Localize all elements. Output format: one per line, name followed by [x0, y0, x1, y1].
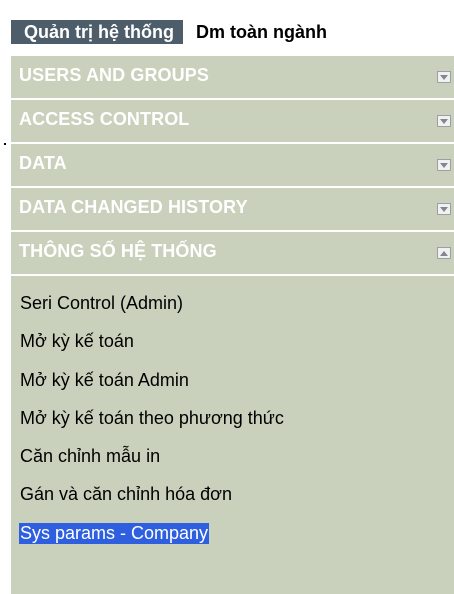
- menu-item-label: Sys params - Company: [19, 522, 210, 544]
- collapse-up-icon[interactable]: [437, 247, 451, 259]
- section-data[interactable]: DATA: [11, 144, 454, 188]
- section-label: ACCESS CONTROL: [19, 109, 190, 129]
- navigation-panel: USERS AND GROUPS ACCESS CONTROL DATA DAT…: [11, 56, 454, 594]
- stray-dot: [4, 143, 6, 145]
- menu-item-label: Mở kỳ kế toán theo phương thức: [20, 407, 284, 428]
- section-label: DATA CHANGED HISTORY: [19, 197, 248, 217]
- tab-bar: Quản trị hệ thống Dm toàn ngành: [11, 20, 454, 44]
- menu-item-label: Gán và căn chỉnh hóa đơn: [20, 484, 232, 505]
- menu-item-mo-ky-ke-toan-admin[interactable]: Mở kỳ kế toán Admin: [11, 361, 454, 399]
- section-access-control[interactable]: ACCESS CONTROL: [11, 100, 454, 144]
- menu-item-mo-ky-ke-toan-theo-phuong-thuc[interactable]: Mở kỳ kế toán theo phương thức: [11, 399, 454, 437]
- menu-item-label: Mở kỳ kế toán Admin: [20, 369, 189, 390]
- section-thong-so-he-thong[interactable]: THÔNG SỐ HỆ THỐNG: [11, 232, 454, 276]
- menu-item-mo-ky-ke-toan[interactable]: Mở kỳ kế toán: [11, 322, 454, 360]
- menu-item-label: Mở kỳ kế toán: [20, 331, 134, 352]
- section-users-and-groups[interactable]: USERS AND GROUPS: [11, 56, 454, 100]
- section-label: DATA: [19, 153, 67, 173]
- menu-item-can-chinh-mau-in[interactable]: Căn chỉnh mẫu in: [11, 437, 454, 475]
- menu-item-gan-va-can-chinh-hoa-don[interactable]: Gán và căn chỉnh hóa đơn: [11, 475, 454, 513]
- menu-item-seri-control-admin[interactable]: Seri Control (Admin): [11, 284, 454, 322]
- expand-down-icon[interactable]: [437, 159, 451, 171]
- expand-down-icon[interactable]: [437, 203, 451, 215]
- section-data-changed-history[interactable]: DATA CHANGED HISTORY: [11, 188, 454, 232]
- section-label: USERS AND GROUPS: [19, 65, 209, 85]
- expand-down-icon[interactable]: [437, 71, 451, 83]
- tab-dm-toan-nganh[interactable]: Dm toàn ngành: [183, 20, 337, 44]
- menu-item-label: Seri Control (Admin): [20, 293, 184, 313]
- section-list: USERS AND GROUPS ACCESS CONTROL DATA DAT…: [11, 56, 454, 276]
- system-params-menu: Seri Control (Admin) Mở kỳ kế toán Mở kỳ…: [11, 284, 454, 552]
- menu-item-label: Căn chỉnh mẫu in: [20, 446, 161, 467]
- expand-down-icon[interactable]: [437, 115, 451, 127]
- section-label: THÔNG SỐ HỆ THỐNG: [19, 241, 217, 261]
- tab-quan-tri-he-thong[interactable]: Quản trị hệ thống: [11, 20, 183, 44]
- menu-item-sys-params-company[interactable]: Sys params - Company: [11, 514, 454, 552]
